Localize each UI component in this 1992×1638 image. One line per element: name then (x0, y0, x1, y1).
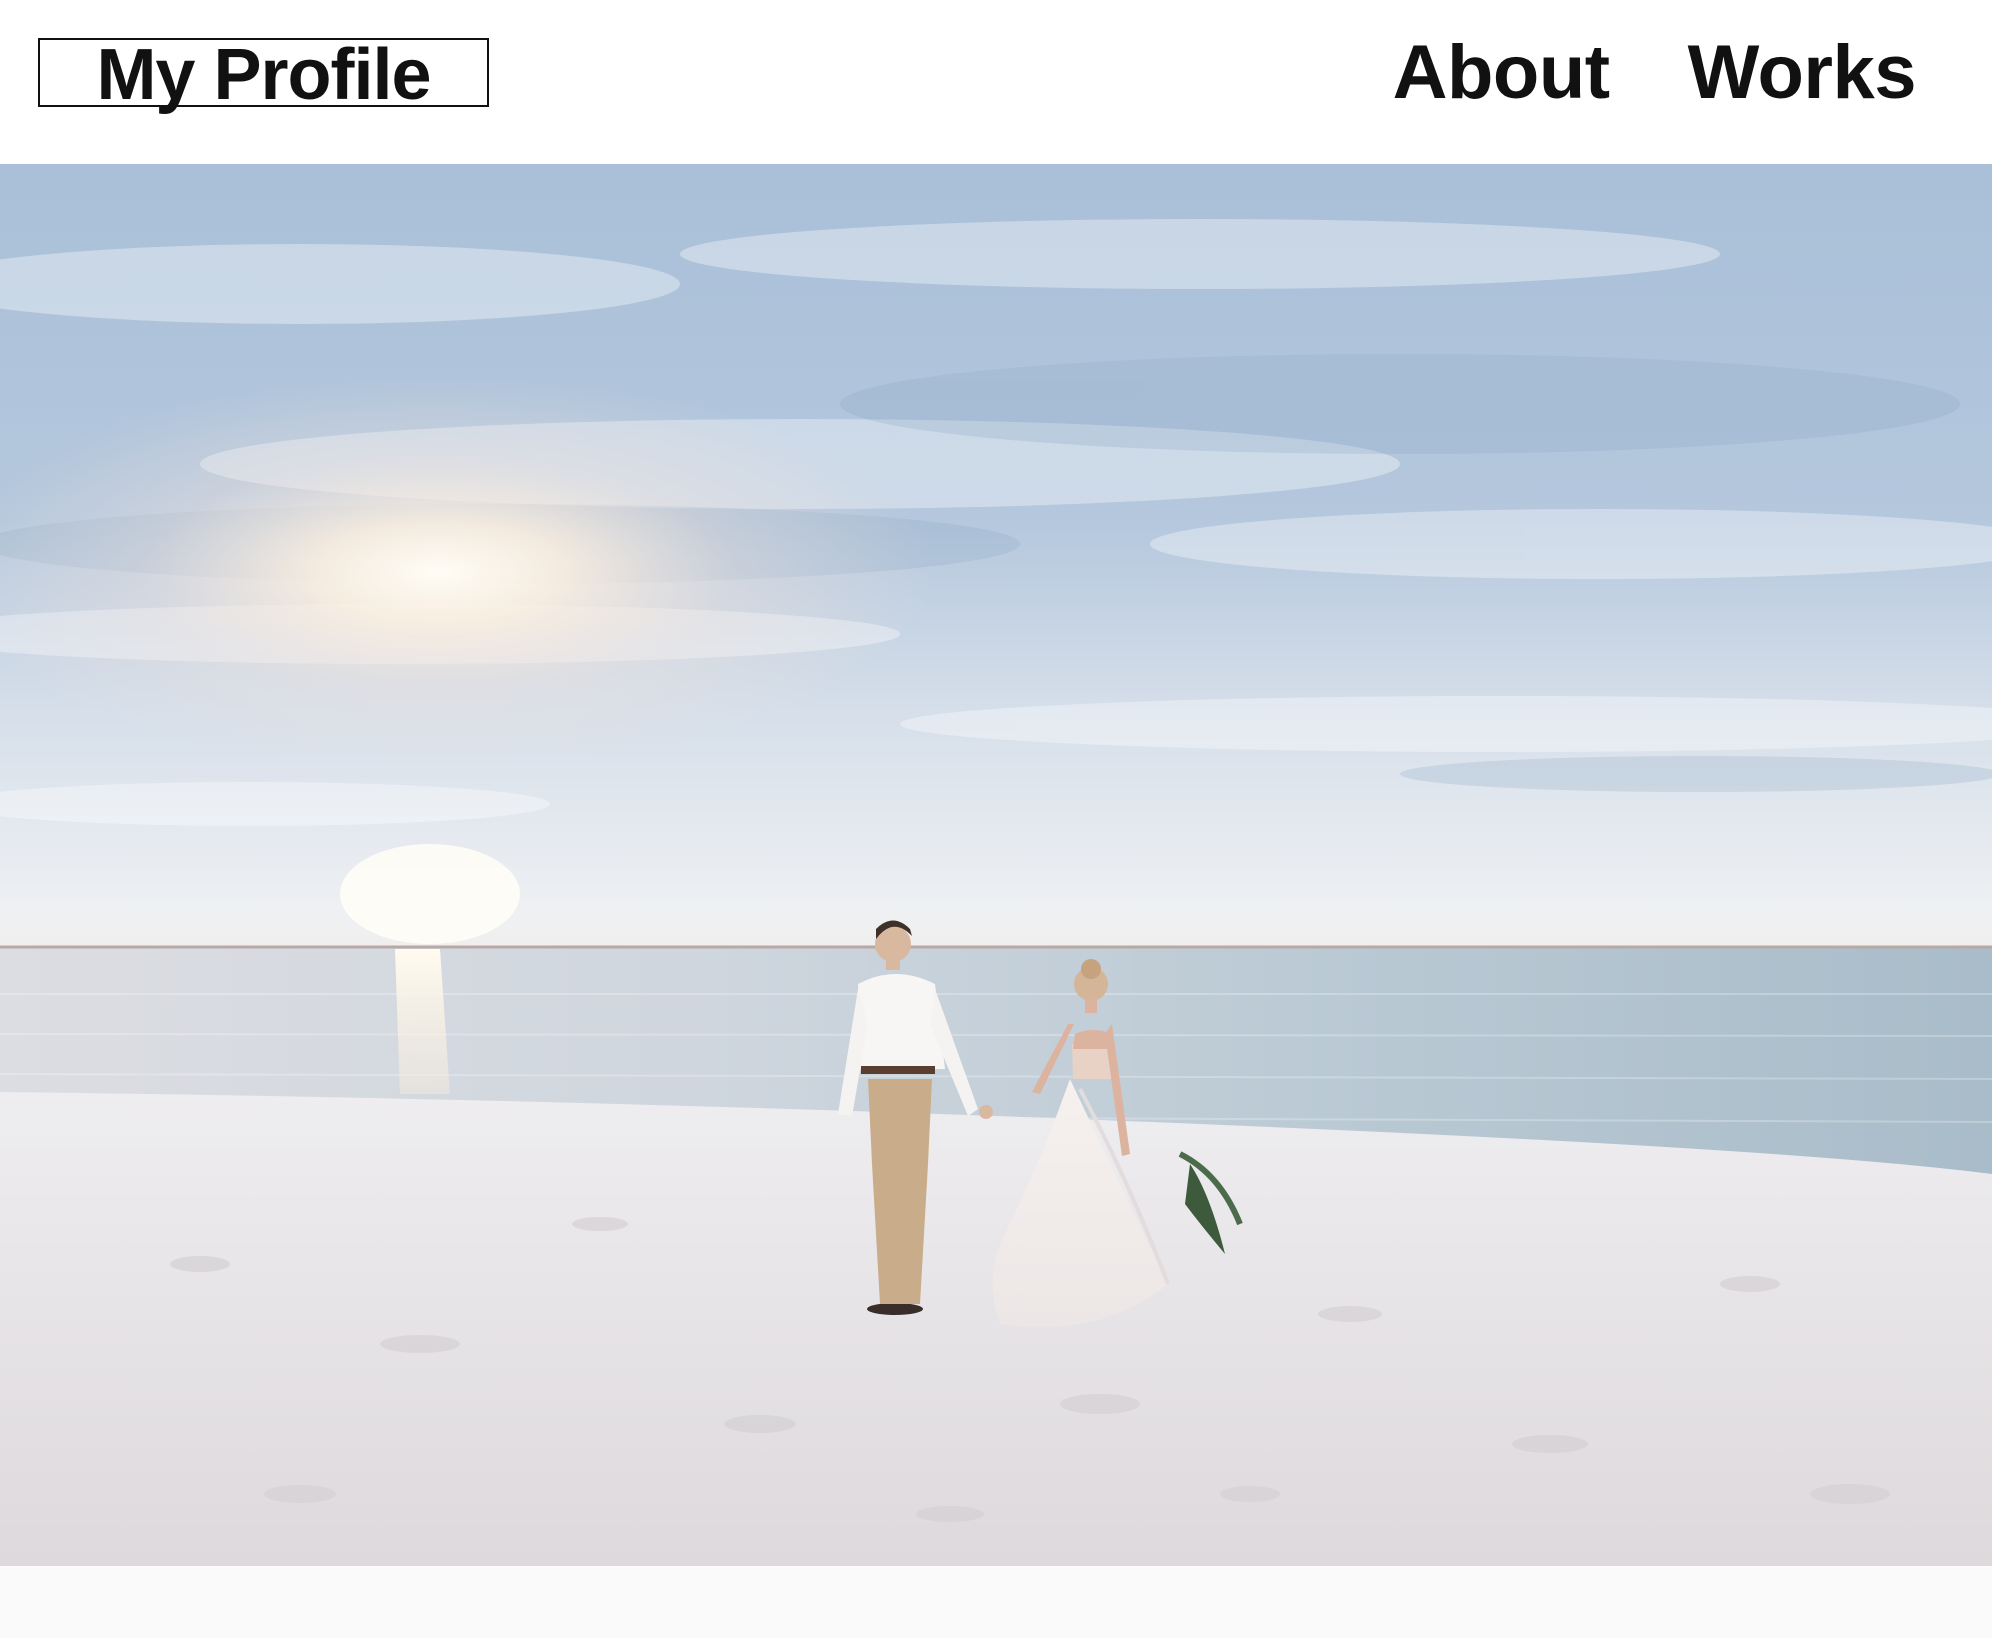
main-nav: About Works (1393, 30, 1917, 116)
hero-image (0, 164, 1992, 1566)
nav-link-about[interactable]: About (1393, 35, 1610, 111)
logo-text: My Profile (96, 34, 431, 115)
site-header: My Profile About Works (0, 0, 1992, 164)
page-bottom-strip (0, 1566, 1992, 1638)
logo-link[interactable]: My Profile (38, 38, 489, 111)
nav-link-works[interactable]: Works (1688, 35, 1917, 111)
hero-photo (0, 164, 1992, 1566)
